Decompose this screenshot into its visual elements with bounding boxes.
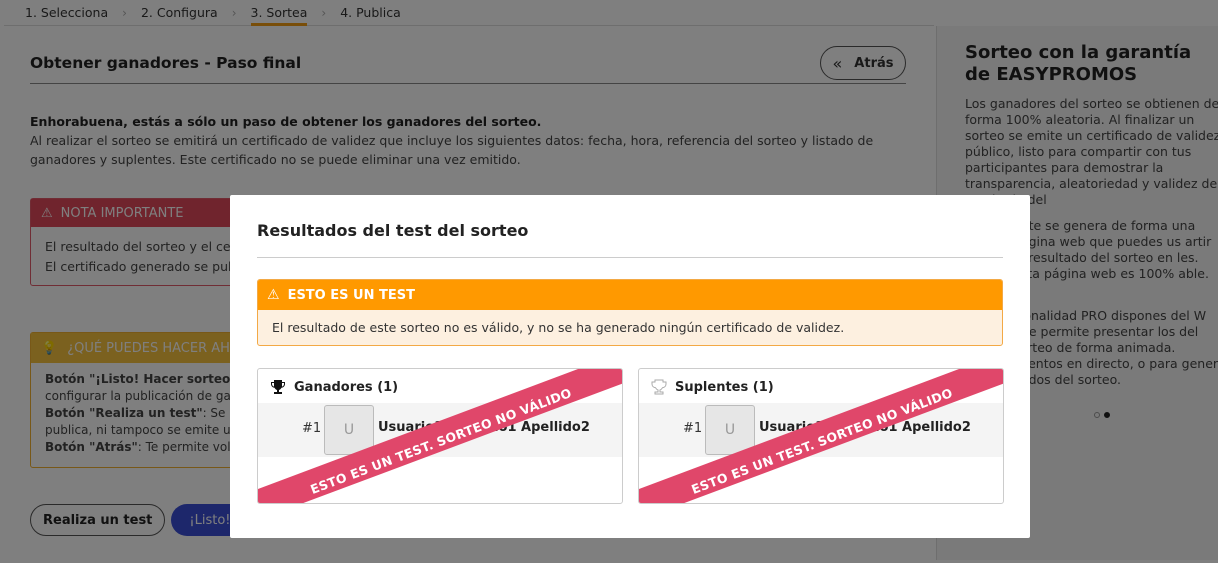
modal-divider (257, 257, 1003, 258)
trophy-outline-icon (651, 379, 667, 395)
substitute-rank: #1 (683, 421, 703, 436)
winners-box: Ganadores (1) #1 U Usuario1 Apellido1 Ap… (257, 368, 623, 504)
test-warning-title: ESTO ES UN TEST (287, 287, 415, 303)
winners-title: Ganadores (1) (294, 379, 399, 395)
avatar: U (705, 405, 755, 455)
winner-rank: #1 (302, 421, 322, 436)
avatar: U (324, 405, 374, 455)
substitutes-title: Suplentes (1) (675, 379, 774, 395)
test-warning: ⚠ ESTO ES UN TEST El resultado de este so… (257, 279, 1003, 346)
warning-icon: ⚠ (267, 287, 280, 303)
trophy-icon (271, 380, 285, 394)
test-warning-text: El resultado de este sorteo no es válido… (272, 320, 845, 335)
modal-title: Resultados del test del sorteo (257, 221, 529, 240)
substitutes-box: Suplentes (1) #1 U Usuario1 Apellido1 Ap… (638, 368, 1004, 504)
test-results-modal: Resultados del test del sorteo ⚠ ESTO ES … (230, 195, 1030, 538)
